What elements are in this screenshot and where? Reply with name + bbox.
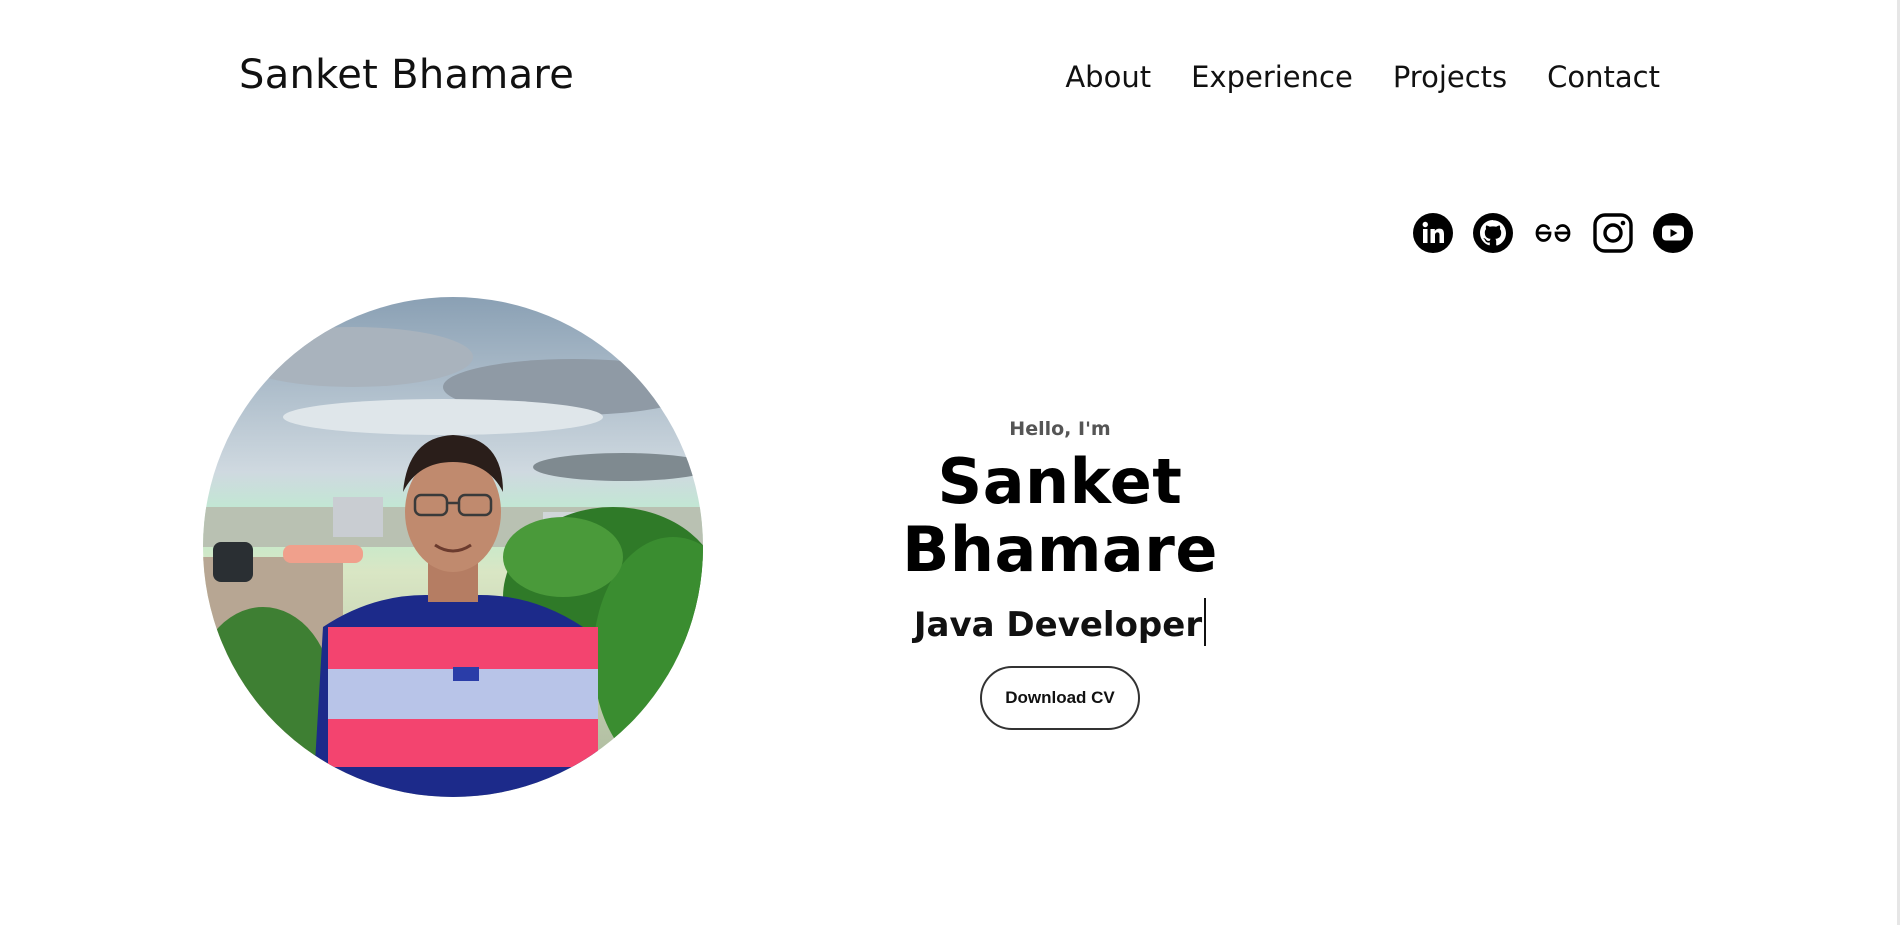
geeksforgeeks-icon[interactable]	[1533, 213, 1573, 253]
nav-contact[interactable]: Contact	[1547, 60, 1660, 94]
profile-photo	[203, 297, 703, 797]
nav-about[interactable]: About	[1065, 60, 1151, 94]
greeting-text: Hello, I'm	[1009, 418, 1111, 440]
nav-projects[interactable]: Projects	[1393, 60, 1507, 94]
github-icon[interactable]	[1473, 213, 1513, 253]
role-text: Java Developer	[913, 605, 1203, 646]
typing-caret	[1204, 598, 1207, 647]
site-logo[interactable]: Sanket Bhamare	[239, 52, 574, 98]
role-line: Java Developer	[913, 598, 1207, 647]
linkedin-icon[interactable]	[1413, 213, 1453, 253]
youtube-icon[interactable]	[1653, 213, 1693, 253]
hero-name: Sanket Bhamare	[902, 445, 1218, 587]
main-nav: About Experience Projects Contact	[1065, 60, 1660, 94]
portfolio-page: Sanket Bhamare About Experience Projects…	[0, 0, 1900, 925]
instagram-icon[interactable]	[1593, 213, 1633, 253]
download-cv-button[interactable]: Download CV	[980, 666, 1140, 731]
social-links	[1413, 213, 1693, 253]
hero-section: Hello, I'm Sanket Bhamare Java Developer…	[780, 418, 1340, 731]
nav-experience[interactable]: Experience	[1191, 60, 1353, 94]
